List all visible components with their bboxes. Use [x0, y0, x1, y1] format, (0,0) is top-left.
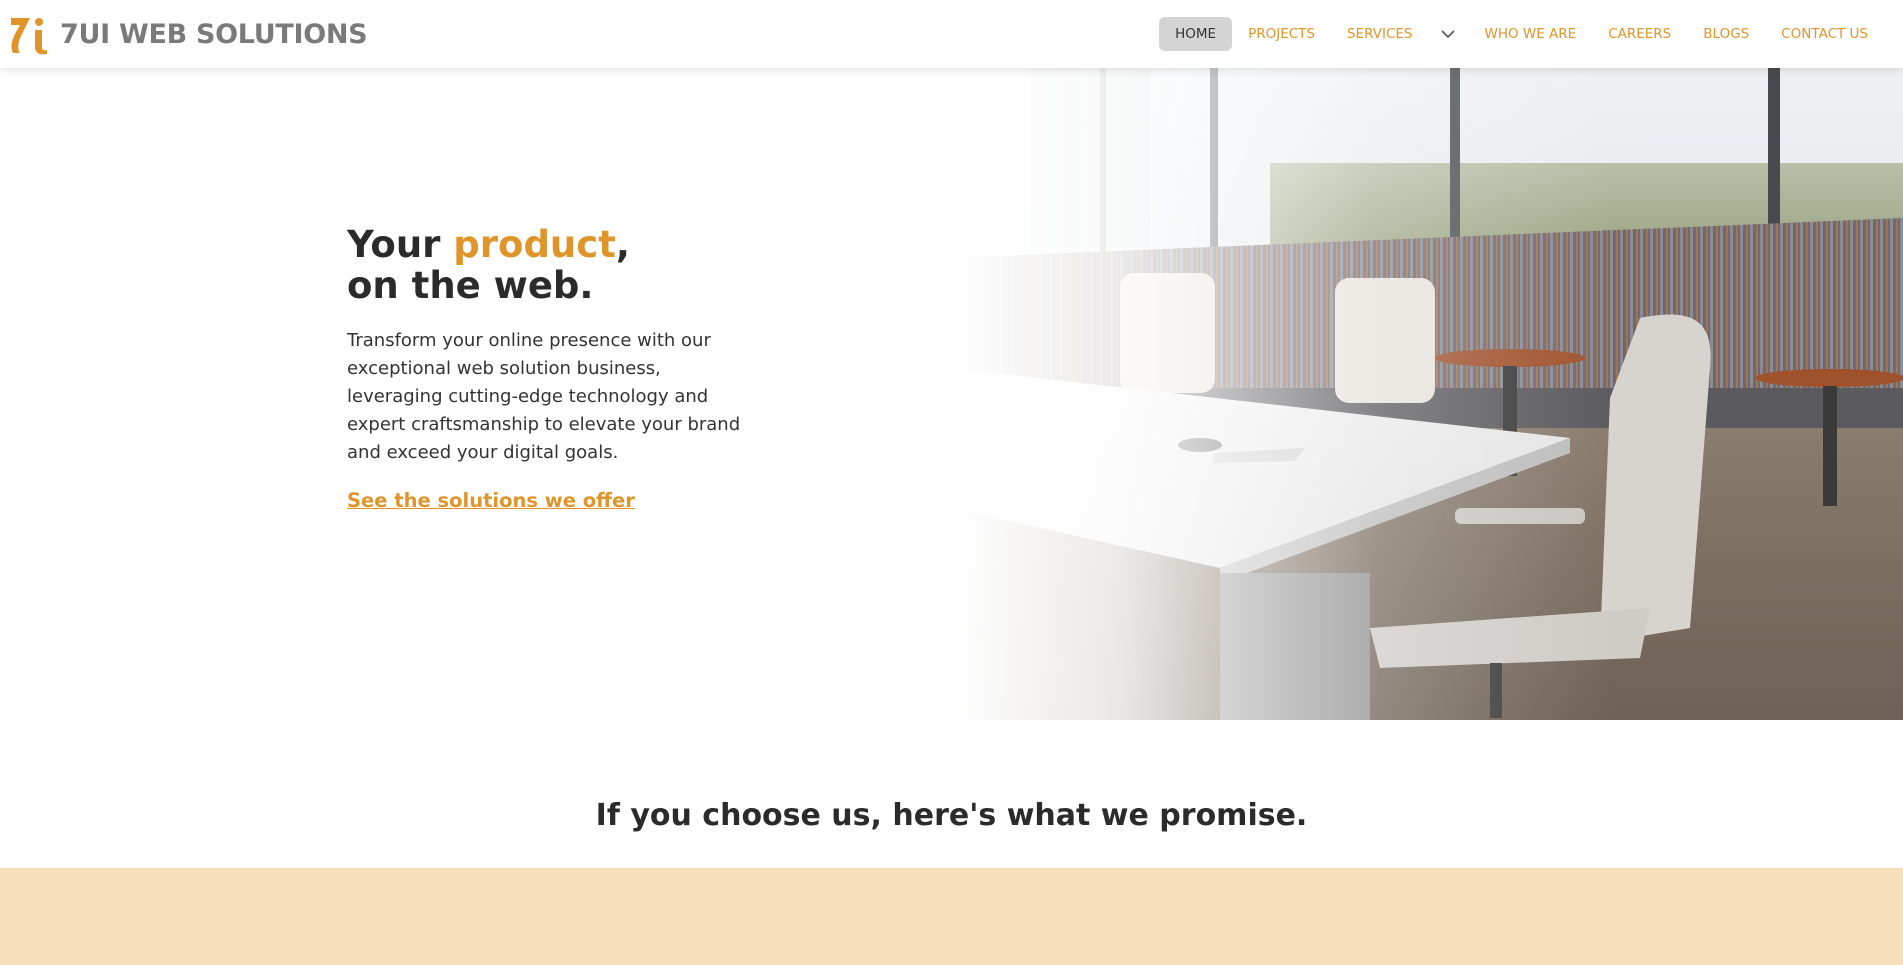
- image-fade-overlay: [950, 68, 1903, 720]
- nav-careers[interactable]: CAREERS: [1592, 17, 1687, 51]
- services-dropdown-toggle[interactable]: [1428, 29, 1468, 39]
- promise-band: [0, 868, 1903, 965]
- nav-contact-us[interactable]: CONTACT US: [1765, 17, 1884, 51]
- see-solutions-link[interactable]: See the solutions we offer: [347, 489, 635, 512]
- hero-section: Your product, on the web. Transform your…: [347, 224, 747, 512]
- main-nav: HOME PROJECTS SERVICES WHO WE ARE CAREER…: [1159, 0, 1903, 68]
- chevron-down-icon: [1441, 29, 1456, 38]
- hero-title-prefix: Your: [347, 223, 454, 266]
- nav-who-we-are[interactable]: WHO WE ARE: [1468, 17, 1592, 51]
- nav-projects[interactable]: PROJECTS: [1232, 17, 1331, 51]
- hero-title-line2: on the web.: [347, 264, 594, 307]
- hero-title: Your product, on the web.: [347, 224, 747, 306]
- navbar: 7UI WEB SOLUTIONS HOME PROJECTS SERVICES…: [0, 0, 1903, 68]
- nav-home[interactable]: HOME: [1159, 17, 1233, 51]
- hero-title-suffix: ,: [615, 223, 630, 266]
- hero-description: Transform your online presence with our …: [347, 330, 741, 463]
- nav-blogs[interactable]: BLOGS: [1687, 17, 1765, 51]
- 7i-logo-icon: [11, 18, 47, 55]
- brand-name: 7UI WEB SOLUTIONS: [60, 18, 368, 50]
- brand[interactable]: 7UI WEB SOLUTIONS: [0, 0, 368, 68]
- nav-services[interactable]: SERVICES: [1331, 17, 1428, 51]
- hero-title-accent: product: [453, 223, 616, 266]
- promise-heading: If you choose us, here's what we promise…: [595, 798, 1308, 833]
- hero-image: [950, 68, 1903, 720]
